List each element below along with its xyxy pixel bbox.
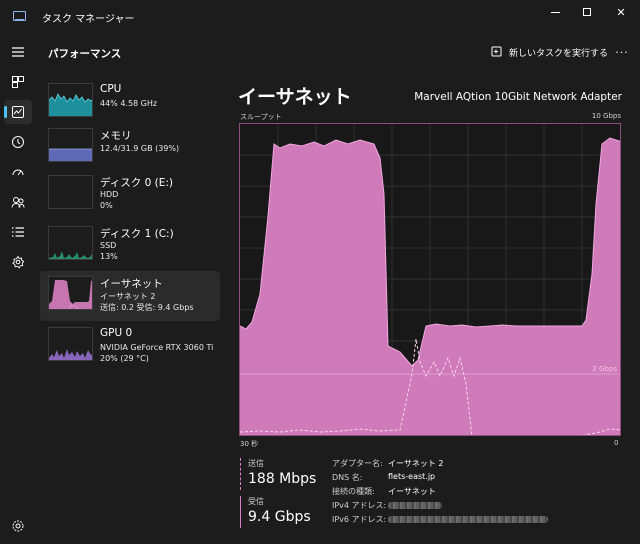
- resource-detail: 12.4/31.9 GB (39%): [100, 144, 180, 153]
- run-new-task-label: 新しいタスクを実行する: [509, 48, 609, 59]
- resource-name: イーサネット: [100, 278, 163, 290]
- receive-stat: 受信 9.4 Gbps: [240, 496, 311, 528]
- details-icon: [12, 227, 24, 237]
- window-title: タスク マネージャー: [42, 14, 135, 25]
- services-icon: [12, 255, 25, 269]
- resource-detail: イーサネット 2: [100, 292, 156, 301]
- receive-value: 9.4 Gbps: [248, 509, 311, 525]
- hamburger-menu-button[interactable]: [4, 40, 32, 64]
- resource-usage: 13%: [100, 252, 118, 261]
- startup-icon: [12, 169, 24, 176]
- nav-processes[interactable]: [4, 70, 32, 94]
- close-button[interactable]: ✕: [604, 0, 638, 24]
- nav-startup-apps[interactable]: [4, 160, 32, 184]
- send-stat: 送信 188 Mbps: [240, 458, 317, 490]
- memory-thumbnail-graph: [48, 128, 93, 162]
- navigation-rail: [0, 32, 36, 544]
- nav-users[interactable]: [4, 190, 32, 214]
- resource-item-gpu-0[interactable]: GPU 0 NVIDIA GeForce RTX 3060 Ti 20% (29…: [40, 322, 220, 372]
- hamburger-icon: [12, 47, 24, 57]
- receive-legend-line: [240, 496, 241, 528]
- property-key: IPv6 アドレス:: [332, 515, 387, 524]
- processes-icon: [12, 76, 24, 88]
- ipv4-redacted: [388, 502, 442, 511]
- property-key: 接続の種類:: [332, 487, 375, 496]
- users-icon: [11, 197, 25, 208]
- resource-item-cpu[interactable]: CPU 44% 4.58 GHz: [40, 78, 220, 128]
- gpu-thumbnail-graph: [48, 327, 93, 361]
- resource-detail: NVIDIA GeForce RTX 3060 Ti: [100, 343, 214, 352]
- settings-icon: [12, 520, 24, 532]
- run-task-icon: [491, 46, 502, 57]
- graph-marker-label: 2 Gbps: [592, 365, 617, 373]
- resource-usage: 20% (29 °C): [100, 354, 149, 363]
- resource-item-ethernet[interactable]: イーサネット イーサネット 2 送信: 0.2 受信: 9.4 Gbps: [40, 271, 220, 321]
- send-value: 188 Mbps: [248, 471, 317, 487]
- property-value: イーサネット: [388, 487, 436, 496]
- nav-performance[interactable]: [4, 100, 32, 124]
- detail-title: イーサネット: [238, 86, 352, 108]
- send-legend-line: [240, 458, 241, 490]
- disk0-thumbnail-graph: [48, 175, 93, 209]
- nav-app-history[interactable]: [4, 130, 32, 154]
- property-key: IPv4 アドレス:: [332, 501, 387, 510]
- resource-item-disk-1[interactable]: ディスク 1 (C:) SSD 13%: [40, 221, 220, 271]
- throughput-graph: 2 Gbps: [239, 123, 621, 436]
- ipv6-redacted: [388, 516, 548, 525]
- resource-name: GPU 0: [100, 327, 133, 339]
- ethernet-thumbnail-graph: [48, 276, 93, 310]
- maximize-icon: [583, 8, 591, 16]
- graph-zero-label: 0: [614, 439, 619, 447]
- property-key: アダプター名:: [332, 459, 383, 468]
- resource-usage: 送信: 0.2 受信: 9.4 Gbps: [100, 303, 194, 312]
- resource-name: CPU: [100, 83, 122, 95]
- resource-usage: 0%: [100, 201, 113, 210]
- run-new-task-button[interactable]: 新しいタスクを実行する: [491, 44, 608, 60]
- resource-name: メモリ: [100, 130, 132, 142]
- task-manager-app-icon: [13, 11, 26, 21]
- active-indicator: [4, 106, 7, 118]
- maximize-button[interactable]: [570, 0, 604, 24]
- property-key: DNS 名:: [332, 473, 363, 482]
- resource-item-memory[interactable]: メモリ 12.4/31.9 GB (39%): [40, 123, 220, 173]
- performance-icon: [12, 106, 24, 118]
- resource-name: ディスク 1 (C:): [100, 228, 174, 240]
- title-bar: タスク マネージャー ✕: [0, 0, 640, 32]
- graph-label: スループット: [240, 113, 282, 121]
- nav-services[interactable]: [4, 250, 32, 274]
- minimize-button[interactable]: [538, 0, 572, 24]
- history-icon: [12, 136, 24, 148]
- property-value: flets-east.jp: [388, 472, 436, 481]
- close-icon: ✕: [616, 5, 626, 19]
- resource-item-disk-0[interactable]: ディスク 0 (E:) HDD 0%: [40, 170, 220, 220]
- resource-name: ディスク 0 (E:): [100, 177, 173, 189]
- adapter-name: Marvell AQtion 10Gbit Network Adapter: [414, 91, 622, 103]
- graph-max-label: 10 Gbps: [591, 112, 621, 120]
- send-label: 送信: [248, 459, 264, 468]
- disk1-thumbnail-graph: [48, 226, 93, 260]
- nav-details[interactable]: [4, 220, 32, 244]
- property-value: イーサネット 2: [388, 459, 444, 468]
- nav-settings[interactable]: [4, 514, 32, 538]
- graph-time-label: 30 秒: [240, 440, 259, 448]
- page-title: パフォーマンス: [48, 48, 122, 60]
- minimize-icon: [550, 11, 560, 13]
- cpu-thumbnail-graph: [48, 83, 93, 117]
- resource-detail: 44% 4.58 GHz: [100, 99, 158, 108]
- receive-label: 受信: [248, 497, 264, 506]
- resource-detail: HDD: [100, 190, 119, 199]
- resource-detail: SSD: [100, 241, 117, 250]
- page-header: パフォーマンス 新しいタスクを実行する ...: [36, 32, 640, 72]
- more-options-button[interactable]: ...: [612, 44, 632, 60]
